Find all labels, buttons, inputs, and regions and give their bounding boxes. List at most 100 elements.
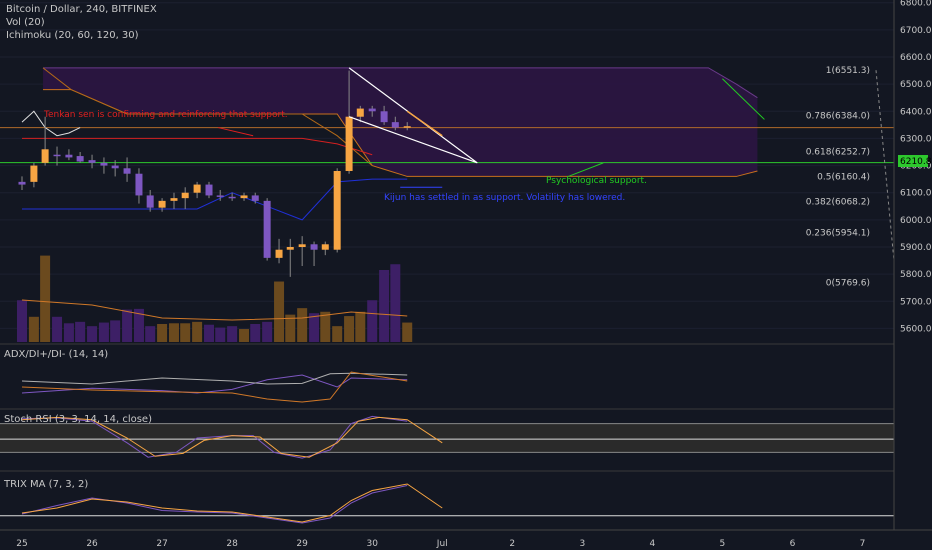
price-tick: 6500.0 (900, 80, 932, 90)
chart-svg[interactable]: 1(6551.3) 0.786(6384.0) 0.618(6252.7) 0.5(6… (0, 0, 932, 550)
fib-label: 0.5(6160.4) (817, 172, 870, 182)
fib-label: 0.786(6384.0) (806, 112, 870, 122)
price-tick: 6800.0 (900, 0, 932, 9)
volume-bar (274, 281, 285, 342)
volume-bar (204, 324, 215, 342)
candle-body (368, 108, 376, 112)
candle-body (41, 149, 49, 163)
time-tick: Jul (436, 539, 448, 549)
volume-bar (110, 320, 121, 342)
current-price-tag: 6210.8 (898, 155, 932, 167)
volume-bar (402, 322, 413, 342)
candle-body (228, 196, 236, 199)
candle-body (403, 126, 411, 128)
kijun-annotation: Kijun has settled in as support. Volatil… (384, 193, 625, 203)
candle-body (123, 168, 131, 174)
candle-body (65, 154, 73, 158)
volume-bar (180, 323, 191, 342)
fib-label: 0.618(6252.7) (806, 147, 870, 157)
volume-bar (87, 326, 98, 342)
trix-title: TRIX MA (7, 3, 2) (3, 479, 88, 490)
psych-annotation: Psychological support. (546, 176, 647, 186)
price-tick: 6700.0 (900, 26, 932, 36)
candle-body (391, 122, 399, 128)
volume-bar (309, 313, 320, 342)
candle-body (216, 195, 224, 197)
volume-bar (122, 309, 133, 342)
volume-bar (355, 311, 366, 342)
price-tick: 5700.0 (900, 297, 932, 307)
candle-body (205, 184, 213, 196)
candle-body (30, 165, 38, 182)
volume-bar (28, 316, 39, 342)
volume-bar (367, 300, 378, 342)
candle-body (193, 184, 201, 193)
volume-bar (379, 270, 390, 342)
ichimoku-legend: Ichimoku (20, 60, 120, 30) (6, 30, 139, 41)
tenkan-annotation: Tenkan sen is confirming and reinforcing… (43, 110, 288, 120)
candle-body (135, 173, 143, 196)
volume-bar (75, 321, 86, 342)
candle-body (263, 200, 271, 258)
volume-bar (227, 326, 238, 342)
volume-bar (192, 321, 203, 342)
volume-bar (98, 322, 109, 342)
candle-body (18, 181, 26, 185)
volume-bar (250, 324, 261, 342)
candle-body (321, 244, 329, 250)
price-tick: 5900.0 (900, 243, 932, 253)
volume-bar (344, 316, 355, 342)
candle-body (356, 108, 364, 117)
candle-body (100, 162, 108, 166)
price-axis[interactable]: 6800.06700.06600.06500.06400.06300.06200… (893, 0, 932, 530)
volume-bar (390, 264, 401, 342)
volume-bar (332, 326, 343, 342)
stoch-title: Stoch RSI (3, 3, 14, 14, close) (4, 414, 152, 425)
candle-body (158, 200, 166, 208)
candle-body (88, 160, 96, 163)
time-tick: 2 (509, 539, 515, 549)
fib-label: 0.236(5954.1) (806, 228, 870, 238)
time-tick: 26 (86, 539, 98, 549)
time-tick: 30 (366, 539, 378, 549)
price-tick: 6300.0 (900, 134, 932, 144)
candle-body (170, 198, 178, 201)
candle-body (76, 156, 84, 162)
volume-bar (17, 300, 27, 342)
candle-body (251, 195, 259, 201)
volume-legend: Vol (20) (6, 17, 45, 28)
volume-bar (40, 255, 51, 342)
time-tick: 4 (649, 539, 655, 549)
time-tick: 5 (720, 539, 726, 549)
volume-bar (63, 323, 74, 342)
volume-bar (297, 308, 308, 342)
candle-body (275, 249, 283, 258)
chart-window: 1(6551.3) 0.786(6384.0) 0.618(6252.7) 0.5(6… (0, 0, 932, 550)
candle-body (146, 195, 154, 208)
candle-body (345, 116, 353, 171)
candle-body (333, 171, 341, 250)
volume-bar (262, 321, 273, 342)
chart-title: Bitcoin / Dollar, 240, BITFINEX (6, 4, 157, 15)
volume-bar (215, 327, 226, 342)
fib-label: 0(5769.6) (826, 278, 870, 288)
volume-bar (145, 326, 156, 342)
volume-bar (239, 329, 250, 342)
volume-bar (157, 324, 168, 342)
price-tick: 6400.0 (900, 107, 932, 117)
adx-title: ADX/DI+/DI- (14, 14) (4, 349, 108, 360)
time-tick: 6 (790, 539, 796, 549)
price-tick: 5800.0 (900, 270, 932, 280)
candle-body (380, 111, 388, 123)
candle-body (111, 165, 119, 169)
candle-body (53, 154, 61, 157)
fib-label: 1(6551.3) (826, 66, 870, 76)
volume-bar (320, 311, 331, 342)
time-tick: 3 (579, 539, 585, 549)
volume-bar (52, 316, 63, 342)
price-tick: 6600.0 (900, 53, 932, 63)
candle-body (298, 244, 306, 247)
candle-body (286, 247, 294, 250)
fib-label: 0.382(6068.2) (806, 197, 870, 207)
time-tick: 25 (16, 539, 27, 549)
